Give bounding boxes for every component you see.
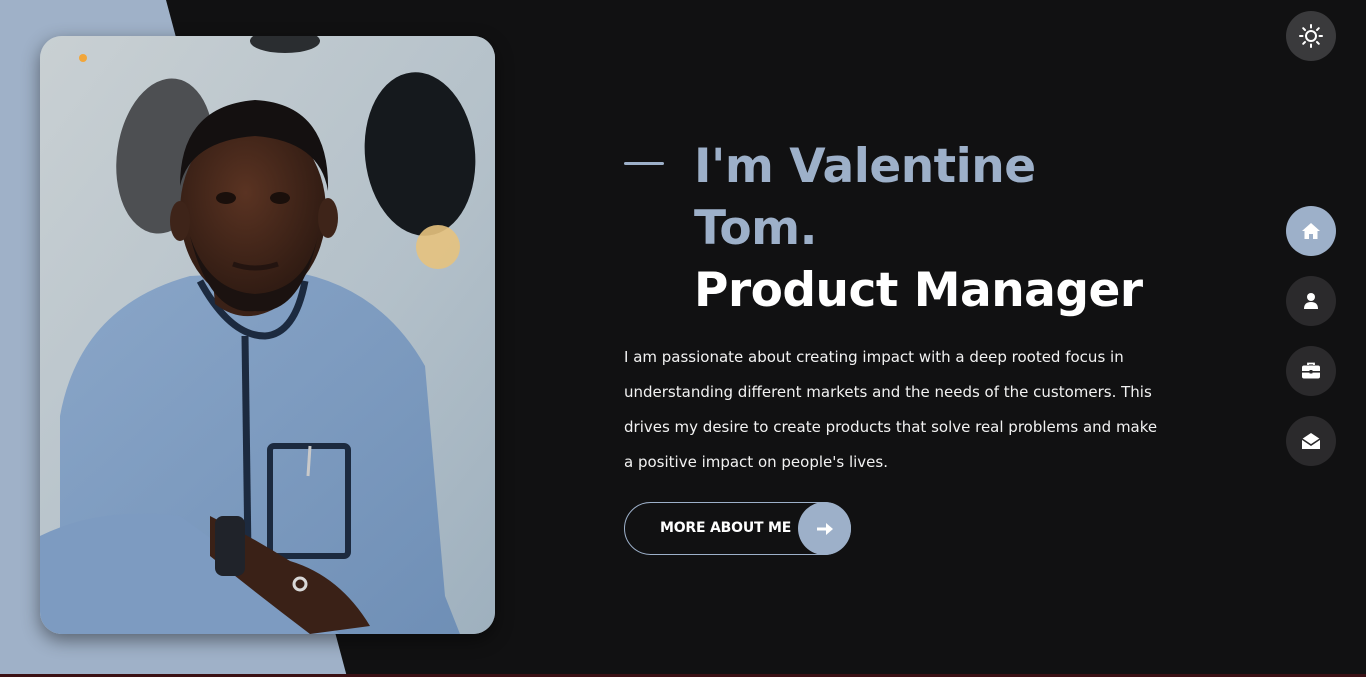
hero-description: I am passionate about creating impact wi…	[624, 348, 1158, 471]
more-about-me-label: More About Me	[660, 520, 792, 536]
user-icon	[1304, 293, 1318, 309]
sun-icon	[1299, 24, 1323, 48]
nav-about-button[interactable]	[1286, 276, 1336, 326]
hero-role: Product Manager	[694, 263, 1143, 318]
more-about-me-button[interactable]: More About Me	[624, 502, 851, 555]
side-navigation	[1286, 206, 1336, 486]
arrow-right-icon	[798, 502, 851, 555]
title-accent-dash	[624, 162, 664, 165]
home-icon	[1302, 223, 1320, 239]
hero-name: I'm Valentine Tom.	[694, 139, 1036, 256]
nav-contact-button[interactable]	[1286, 416, 1336, 466]
briefcase-icon	[1302, 362, 1320, 379]
home-page: I'm Valentine Tom. Product Manager I am …	[0, 0, 1366, 677]
nav-portfolio-button[interactable]	[1286, 346, 1336, 396]
nav-home-button[interactable]	[1286, 206, 1336, 256]
hero-title: I'm Valentine Tom. Product Manager	[694, 136, 1184, 322]
theme-toggle-button[interactable]	[1286, 11, 1336, 61]
profile-photo	[40, 36, 495, 634]
envelope-open-icon	[1301, 433, 1321, 449]
hero-section: I'm Valentine Tom. Product Manager I am …	[624, 136, 1184, 480]
